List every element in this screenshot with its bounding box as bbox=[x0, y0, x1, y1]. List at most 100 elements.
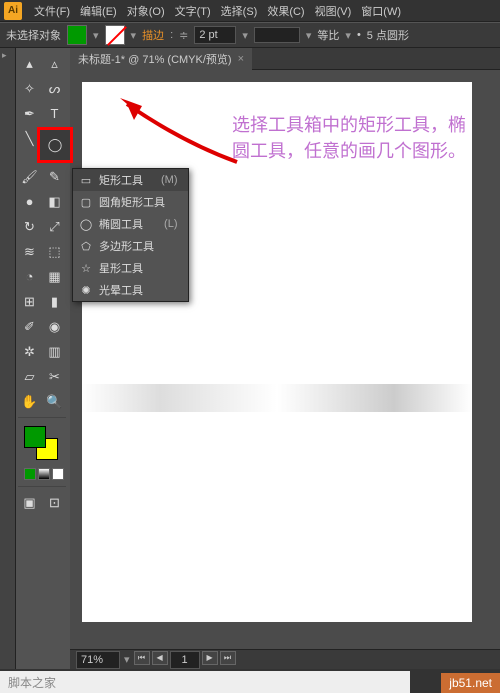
document-tab[interactable]: 未标题-1* @ 71% (CMYK/预览) × bbox=[70, 48, 252, 70]
none-mode[interactable] bbox=[52, 468, 64, 480]
zoom-tool[interactable]: 🔍 bbox=[43, 390, 66, 413]
separator bbox=[18, 486, 66, 487]
flyout-label: 光晕工具 bbox=[99, 282, 143, 298]
dropdown-icon[interactable]: ▾ bbox=[131, 29, 137, 42]
color-picker[interactable] bbox=[24, 426, 58, 460]
dropdown-icon[interactable]: ▾ bbox=[242, 29, 248, 42]
flyout-label: 矩形工具 bbox=[99, 172, 143, 188]
page-input[interactable] bbox=[170, 651, 200, 669]
screen-mode-toggle[interactable]: ⊡ bbox=[43, 491, 66, 514]
rotate-tool[interactable]: ↻ bbox=[18, 215, 41, 238]
selection-status: 未选择对象 bbox=[6, 27, 61, 43]
flyout-ellipse[interactable]: ◯ 椭圆工具 (L) bbox=[73, 213, 188, 235]
annotation-text: 选择工具箱中的矩形工具，椭圆工具，任意的画几个图形。 bbox=[232, 112, 472, 164]
zoom-input[interactable] bbox=[76, 651, 120, 669]
flyout-star[interactable]: ☆ 星形工具 bbox=[73, 257, 188, 279]
brush-preview[interactable] bbox=[254, 27, 300, 43]
shape-tool-flyout: ▭ 矩形工具 (M) ▢ 圆角矩形工具 ◯ 椭圆工具 (L) ⬠ 多边形工具 ☆… bbox=[72, 168, 189, 302]
bullet: • bbox=[357, 29, 361, 41]
next-page-button[interactable]: ▶ bbox=[202, 651, 218, 665]
magic-wand-tool[interactable]: ✧ bbox=[18, 77, 41, 100]
eraser-tool[interactable]: ◧ bbox=[43, 190, 66, 213]
annotation-arrow-icon bbox=[112, 92, 242, 172]
flyout-flare[interactable]: ✺ 光晕工具 bbox=[73, 279, 188, 301]
menu-file[interactable]: 文件(F) bbox=[30, 1, 74, 21]
polygon-icon: ⬠ bbox=[79, 239, 93, 253]
document-tabs: 未标题-1* @ 71% (CMYK/预览) × bbox=[70, 48, 500, 70]
type-tool[interactable]: T bbox=[43, 102, 66, 125]
perspective-tool[interactable]: ▦ bbox=[43, 265, 66, 288]
app-logo-icon: Ai bbox=[4, 2, 22, 20]
eyedropper-tool[interactable]: ✐ bbox=[18, 315, 41, 338]
stroke-swatch[interactable] bbox=[105, 25, 125, 45]
menu-effect[interactable]: 效果(C) bbox=[263, 1, 308, 21]
menu-edit[interactable]: 编辑(E) bbox=[76, 1, 121, 21]
pencil-tool[interactable]: ✎ bbox=[43, 165, 66, 188]
options-bar: 未选择对象 ▾ ▾ 描边 : ≑ ▾ ▾ 等比 ▾ • 5 点圆形 bbox=[0, 22, 500, 48]
brush-tool[interactable]: 🖌 bbox=[18, 165, 41, 188]
solid-mode[interactable] bbox=[24, 468, 36, 480]
canvas-viewport[interactable]: 选择工具箱中的矩形工具，椭圆工具，任意的画几个图形。 bbox=[70, 70, 500, 669]
menu-bar: Ai 文件(F) 编辑(E) 对象(O) 文字(T) 选择(S) 效果(C) 视… bbox=[0, 0, 500, 22]
fill-swatch[interactable] bbox=[67, 25, 87, 45]
symbol-sprayer-tool[interactable]: ✲ bbox=[18, 340, 41, 363]
free-transform-tool[interactable]: ⬚ bbox=[43, 240, 66, 263]
flyout-shortcut: (M) bbox=[149, 174, 178, 186]
fill-color[interactable] bbox=[24, 426, 46, 448]
tab-title: 未标题-1* @ 71% (CMYK/预览) bbox=[78, 51, 232, 67]
flare-icon: ✺ bbox=[79, 283, 93, 297]
artboard-pager: ⏮ ◀ ▶ ⏭ bbox=[134, 651, 236, 669]
shape-builder-tool[interactable]: ◔ bbox=[18, 265, 41, 288]
direct-selection-tool[interactable]: ▵ bbox=[43, 52, 66, 75]
menu-object[interactable]: 对象(O) bbox=[123, 1, 169, 21]
artboard[interactable]: 选择工具箱中的矩形工具，椭圆工具，任意的画几个图形。 bbox=[82, 82, 472, 622]
line-tool[interactable]: ╲ bbox=[18, 127, 41, 150]
ellipse-icon: ◯ bbox=[79, 217, 93, 231]
flyout-label: 多边形工具 bbox=[99, 238, 154, 254]
artboard-tool[interactable]: ▱ bbox=[18, 365, 41, 388]
screen-mode[interactable]: ▣ bbox=[18, 491, 41, 514]
watermark: jb51.net bbox=[441, 673, 500, 693]
first-page-button[interactable]: ⏮ bbox=[134, 651, 150, 665]
rectangle-icon: ▭ bbox=[79, 173, 93, 187]
last-page-button[interactable]: ⏭ bbox=[220, 651, 236, 665]
stroke-label[interactable]: 描边 bbox=[142, 27, 164, 43]
lasso-tool[interactable]: ᔕ bbox=[43, 77, 66, 100]
scale-tool[interactable]: ⤢ bbox=[43, 215, 66, 238]
flyout-shortcut: (L) bbox=[152, 218, 177, 230]
left-gutter: ▸ bbox=[0, 48, 16, 669]
blob-brush-tool[interactable]: ● bbox=[18, 190, 41, 213]
menu-select[interactable]: 选择(S) bbox=[217, 1, 262, 21]
stroke-weight-input[interactable] bbox=[194, 26, 236, 44]
hand-tool[interactable]: ✋ bbox=[18, 390, 41, 413]
point-style-label[interactable]: 5 点圆形 bbox=[367, 27, 409, 43]
blend-tool[interactable]: ◉ bbox=[43, 315, 66, 338]
menu-view[interactable]: 视图(V) bbox=[311, 1, 356, 21]
watermark-subtitle: 脚本之家 bbox=[0, 671, 410, 693]
toolbox: ▴ ▵ ✧ ᔕ ✒ T ╲ ◯ 🖌 ✎ ● ◧ ↻ ⤢ ≋ ⬚ ◔ ▦ ⊞ ▮ … bbox=[16, 48, 70, 669]
gradient-tool[interactable]: ▮ bbox=[43, 290, 66, 313]
gradient-mode[interactable] bbox=[38, 468, 50, 480]
mesh-tool[interactable]: ⊞ bbox=[18, 290, 41, 313]
selection-tool[interactable]: ▴ bbox=[18, 52, 41, 75]
flyout-label: 星形工具 bbox=[99, 260, 143, 276]
dropdown-icon[interactable]: ▾ bbox=[93, 29, 99, 42]
expand-icon[interactable]: ▸ bbox=[0, 48, 15, 63]
menu-type[interactable]: 文字(T) bbox=[171, 1, 215, 21]
status-bar: ▾ ⏮ ◀ ▶ ⏭ bbox=[70, 649, 500, 669]
shape-tool[interactable]: ◯ bbox=[39, 129, 71, 161]
pen-tool[interactable]: ✒ bbox=[18, 102, 41, 125]
graph-tool[interactable]: ▥ bbox=[43, 340, 66, 363]
rounded-rect-icon: ▢ bbox=[79, 195, 93, 209]
flyout-polygon[interactable]: ⬠ 多边形工具 bbox=[73, 235, 188, 257]
dropdown-icon[interactable]: ▾ bbox=[124, 653, 130, 666]
close-icon[interactable]: × bbox=[238, 53, 244, 65]
flyout-rounded-rect[interactable]: ▢ 圆角矩形工具 bbox=[73, 191, 188, 213]
prev-page-button[interactable]: ◀ bbox=[152, 651, 168, 665]
width-tool[interactable]: ≋ bbox=[18, 240, 41, 263]
slice-tool[interactable]: ✂ bbox=[43, 365, 66, 388]
flyout-rectangle[interactable]: ▭ 矩形工具 (M) bbox=[73, 169, 188, 191]
main-menu: 文件(F) 编辑(E) 对象(O) 文字(T) 选择(S) 效果(C) 视图(V… bbox=[30, 1, 405, 21]
menu-window[interactable]: 窗口(W) bbox=[357, 1, 405, 21]
separator bbox=[18, 417, 66, 418]
